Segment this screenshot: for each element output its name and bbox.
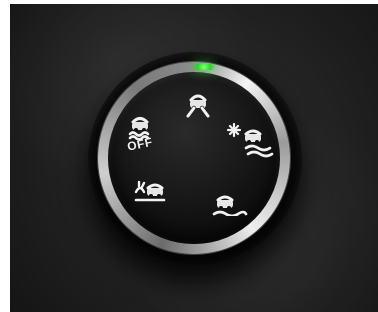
mode-indicator-led [193,64,215,70]
sand-mode-icon [208,188,250,216]
mud-mode-icon [130,176,170,202]
photo-frame: OFF [10,4,378,312]
road-mode-icon [181,90,215,118]
snow-mode-icon [224,118,276,158]
